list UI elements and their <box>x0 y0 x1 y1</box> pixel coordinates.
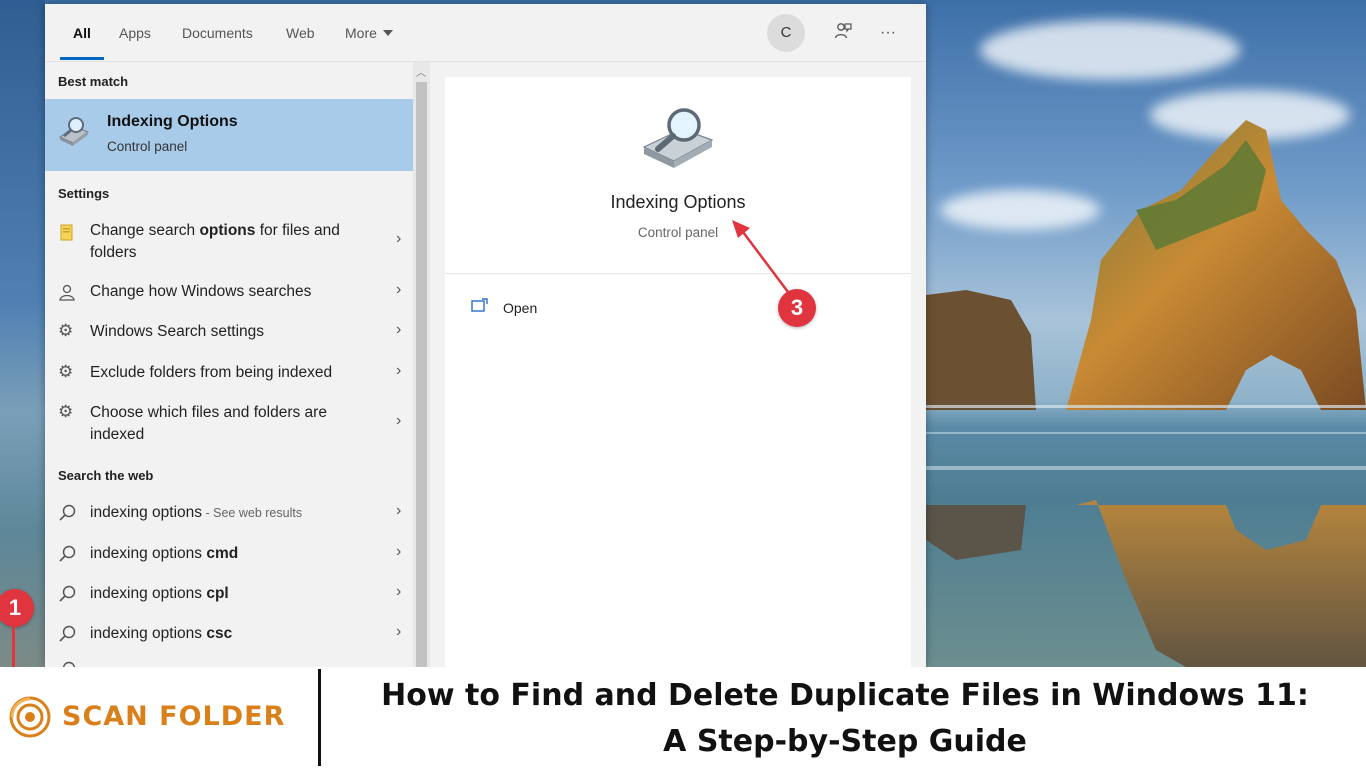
open-icon <box>471 298 488 312</box>
web-result-row[interactable]: indexing options cpl › <box>45 581 413 609</box>
settings-result-row[interactable]: Change how Windows searches › <box>45 279 413 307</box>
more-options-button[interactable]: ··· <box>876 21 900 45</box>
open-label: Open <box>503 300 538 316</box>
label-text: Change search <box>90 222 200 239</box>
chevron-right-icon: › <box>396 230 402 247</box>
search-the-web-heading: Search the web <box>58 468 154 483</box>
settings-result-row[interactable]: ⚙ Choose which files and folders are ind… <box>45 400 413 448</box>
chevron-right-icon: › <box>396 412 402 429</box>
search-icon <box>59 545 76 562</box>
wallpaper-cloud <box>980 20 1240 80</box>
settings-result-label: Choose which files and folders are index… <box>90 404 327 443</box>
search-tab-bar: All Apps Documents Web More C ··· <box>45 4 926 62</box>
chevron-down-icon <box>382 30 393 36</box>
headline-line-1: How to Find and Delete Duplicate Files i… <box>381 678 1309 713</box>
active-tab-indicator <box>60 57 104 60</box>
settings-result-label: Change how Windows searches <box>90 283 312 300</box>
label-text: indexing options <box>90 585 207 602</box>
label-text: indexing options <box>90 625 207 642</box>
web-result-row-partial <box>45 660 413 667</box>
settings-result-row[interactable]: ⚙ Exclude folders from being indexed › <box>45 360 413 388</box>
web-result-row[interactable]: indexing options cmd › <box>45 541 413 569</box>
best-match-subtitle: Control panel <box>107 139 188 154</box>
settings-result-row[interactable]: Change search options for files and fold… <box>45 218 413 266</box>
tab-more-label: More <box>345 25 377 41</box>
banner-divider <box>318 669 321 766</box>
tab-all[interactable]: All <box>73 25 91 41</box>
brand-name: SCAN FOLDER <box>62 701 286 732</box>
results-scrollbar[interactable]: ︿ <box>413 62 430 672</box>
tab-more[interactable]: More <box>345 25 393 41</box>
settings-heading: Settings <box>58 186 110 201</box>
web-result-row[interactable]: indexing options - See web results › <box>45 500 413 528</box>
best-match-heading: Best match <box>58 74 129 89</box>
tab-documents[interactable]: Documents <box>182 25 253 41</box>
label-text: indexing options <box>90 504 203 521</box>
search-results-list: Best match Indexing Options Control pane… <box>45 62 413 667</box>
wallpaper-wave <box>926 432 1366 434</box>
chevron-right-icon: › <box>396 281 402 298</box>
chevron-right-icon: › <box>396 502 402 519</box>
label-bold-text: options <box>199 222 256 239</box>
search-icon <box>59 625 76 642</box>
folder-options-icon <box>60 224 73 241</box>
chevron-right-icon: › <box>396 321 402 338</box>
preview-title: Indexing Options <box>610 192 746 212</box>
search-icon <box>59 504 76 521</box>
user-avatar-button[interactable]: C <box>767 14 805 52</box>
scan-folder-logo-icon <box>9 696 51 738</box>
step-3-badge: 3 <box>778 289 816 327</box>
web-result-label: indexing options cpl <box>90 583 370 605</box>
scroll-up-icon[interactable]: ︿ <box>416 64 426 79</box>
user-search-icon <box>59 284 75 301</box>
search-icon <box>59 585 76 602</box>
wallpaper-left-strip <box>0 0 45 667</box>
indexing-options-large-icon <box>642 108 714 168</box>
chevron-right-icon: › <box>396 583 402 600</box>
tab-apps[interactable]: Apps <box>119 25 151 41</box>
settings-result-row[interactable]: ⚙ Windows Search settings › <box>45 319 413 347</box>
result-preview-pane: Indexing Options Control panel Open <box>445 77 911 667</box>
article-headline: How to Find and Delete Duplicate Files i… <box>330 673 1360 765</box>
label-bold-text: cmd <box>206 545 239 562</box>
settings-result-label: Exclude folders from being indexed <box>90 364 333 381</box>
web-result-label: indexing options csc <box>90 623 370 645</box>
tab-web[interactable]: Web <box>286 25 315 41</box>
chevron-right-icon: › <box>396 623 402 640</box>
feedback-icon <box>834 23 852 39</box>
label-bold-text: csc <box>206 625 233 642</box>
wallpaper-rock-scene <box>926 120 1366 667</box>
wallpaper-wave <box>926 466 1366 470</box>
gear-icon: ⚙ <box>58 402 74 421</box>
feedback-icon-button[interactable] <box>831 21 855 45</box>
gear-icon: ⚙ <box>58 362 74 381</box>
label-bold-text: cpl <box>206 585 229 602</box>
scrollbar-thumb[interactable] <box>416 82 427 672</box>
chevron-right-icon: › <box>396 362 402 379</box>
windows-search-panel: All Apps Documents Web More C ··· Best m… <box>45 4 926 672</box>
label-text: indexing options <box>90 545 207 562</box>
gear-icon: ⚙ <box>58 321 74 340</box>
indexing-options-icon <box>58 117 90 146</box>
best-match-item[interactable]: Indexing Options Control panel <box>45 99 413 171</box>
preview-subtitle: Control panel <box>637 225 719 240</box>
settings-result-label: Windows Search settings <box>90 323 265 340</box>
step-1-pointer-line <box>12 626 15 667</box>
search-icon <box>62 661 76 667</box>
best-match-title: Indexing Options <box>107 113 238 130</box>
settings-result-label: Change search options for files and fold… <box>90 220 370 264</box>
preview-divider <box>445 273 911 274</box>
headline-line-2: A Step-by-Step Guide <box>663 724 1027 759</box>
wallpaper-wave <box>926 405 1366 408</box>
web-result-label: indexing options cmd <box>90 543 370 565</box>
web-result-row[interactable]: indexing options csc › <box>45 621 413 649</box>
open-action[interactable]: Open <box>471 297 537 320</box>
web-result-label: indexing options - See web results <box>90 502 370 524</box>
chevron-right-icon: › <box>396 543 402 560</box>
see-web-results-hint: - See web results <box>202 506 303 520</box>
scan-folder-logo: SCAN FOLDER <box>6 695 284 739</box>
article-banner: SCAN FOLDER How to Find and Delete Dupli… <box>0 667 1366 768</box>
